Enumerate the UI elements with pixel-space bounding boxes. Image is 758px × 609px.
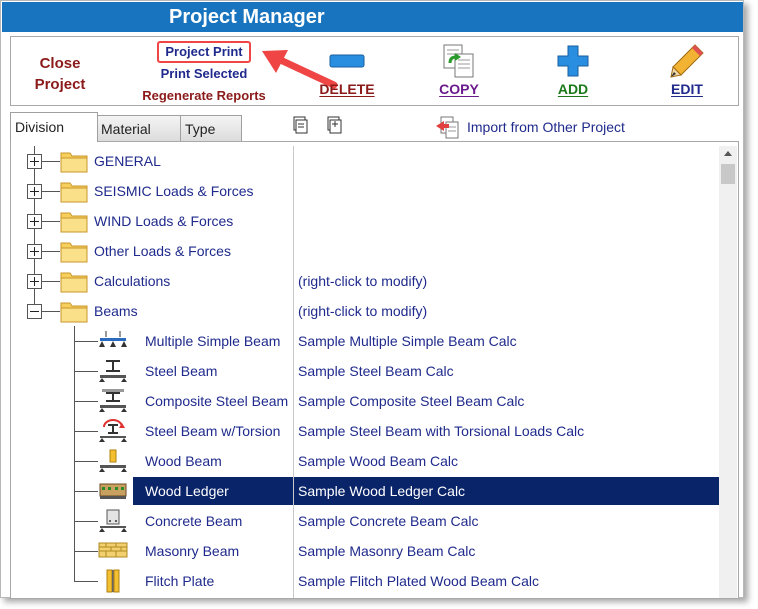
edit-button[interactable]: EDIT	[647, 41, 727, 97]
tree-folder-other-loads[interactable]: Other Loads & Forces	[16, 236, 719, 266]
composite-beam-icon	[99, 389, 127, 412]
project-print-link[interactable]: Project Print	[157, 41, 251, 63]
title-bar: Project Manager	[2, 2, 743, 32]
tree-folder-label: WIND Loads & Forces	[94, 213, 234, 229]
folder-icon	[60, 272, 88, 293]
print-links: Project Print Print Selected Regenerate …	[129, 41, 279, 107]
pencil-icon	[670, 44, 704, 78]
expand-toggle[interactable]	[27, 154, 42, 169]
folder-icon	[60, 242, 88, 263]
expand-toggle[interactable]	[27, 244, 42, 259]
wood-ledger-icon	[99, 483, 127, 499]
tree-item-desc: Sample Concrete Beam Calc	[298, 513, 479, 529]
scroll-thumb[interactable]	[721, 164, 735, 184]
delete-label: DELETE	[319, 81, 375, 97]
import-label: Import from Other Project	[467, 119, 625, 135]
tree-folder-desc: (right-click to modify)	[298, 273, 428, 289]
tree-item-masonry-beam[interactable]: Masonry Beam Sample Masonry Beam Calc	[16, 536, 719, 566]
tree-folder-general[interactable]: GENERAL	[16, 146, 719, 176]
close-project-button[interactable]: Close Project	[29, 53, 91, 95]
tree-item-label: Wood Ledger	[145, 483, 229, 499]
tree-item-desc: Sample Masonry Beam Calc	[298, 543, 476, 559]
tree-folder-label: GENERAL	[94, 153, 161, 169]
tree-item-desc: Sample Wood Beam Calc	[298, 453, 459, 469]
tree-item-label: Steel Beam w/Torsion	[145, 423, 281, 439]
tree-item-desc: Sample Multiple Simple Beam Calc	[298, 333, 517, 349]
tree-item-desc: Sample Wood Ledger Calc	[298, 483, 466, 499]
tree-folder-beams[interactable]: Beams (right-click to modify)	[16, 296, 719, 326]
wood-beam-icon	[99, 449, 127, 472]
edit-label: EDIT	[671, 81, 703, 97]
tree-folder-desc: (right-click to modify)	[298, 303, 428, 319]
vertical-scrollbar[interactable]	[719, 146, 737, 598]
tree-folder-seismic[interactable]: SEISMIC Loads & Forces	[16, 176, 719, 206]
tree-folder-label: Other Loads & Forces	[94, 243, 231, 259]
tree-item-wood-beam[interactable]: Wood Beam Sample Wood Beam Calc	[16, 446, 719, 476]
tree-item-desc: Sample Flitch Plated Wood Beam Calc	[298, 573, 539, 589]
window-title: Project Manager	[169, 6, 325, 28]
toolbar: Close Project Project Print Print Select…	[10, 36, 739, 106]
import-from-other-project-button[interactable]: Import from Other Project	[435, 115, 625, 139]
multiple-beam-icon	[99, 331, 127, 347]
folder-icon	[60, 182, 88, 203]
copy-icon	[443, 44, 474, 78]
tree-folder-wind[interactable]: WIND Loads & Forces	[16, 206, 719, 236]
tree-item-multiple-simple-beam[interactable]: Multiple Simple Beam Sample Multiple Sim…	[16, 326, 719, 356]
tree-item-steel-beam-torsion[interactable]: Steel Beam w/Torsion Sample Steel Beam w…	[16, 416, 719, 446]
tree-item-concrete-beam[interactable]: Concrete Beam Sample Concrete Beam Calc	[16, 506, 719, 536]
print-selected-link[interactable]: Print Selected	[129, 63, 279, 85]
tree-item-desc: Sample Steel Beam with Torsional Loads C…	[298, 423, 585, 439]
tree-item-label: Masonry Beam	[145, 543, 240, 559]
project-manager-window: Project Manager Close Project Project Pr…	[0, 0, 744, 599]
tree-item-label: Wood Beam	[145, 453, 222, 469]
copy-button[interactable]: COPY	[419, 41, 499, 97]
tree-item-composite-steel-beam[interactable]: Composite Steel Beam Sample Composite St…	[16, 386, 719, 416]
project-tree: GENERAL SEISMIC Loads & Forces WIND Load…	[16, 146, 719, 598]
expand-all-icon[interactable]	[325, 116, 343, 134]
delete-button[interactable]: DELETE	[307, 41, 387, 97]
expand-toggle[interactable]	[27, 184, 42, 199]
masonry-beam-icon	[98, 542, 128, 558]
scroll-up-arrow-icon[interactable]	[719, 146, 737, 162]
collapse-all-icon[interactable]	[291, 116, 309, 134]
tree-folder-label: Calculations	[94, 273, 171, 289]
tree-item-wood-ledger[interactable]: Wood Ledger Sample Wood Ledger Calc	[16, 476, 719, 506]
add-button[interactable]: ADD	[533, 41, 613, 97]
torsion-beam-icon	[99, 419, 127, 442]
open-folder-icon	[60, 302, 88, 323]
project-tree-panel: GENERAL SEISMIC Loads & Forces WIND Load…	[10, 141, 739, 599]
tree-item-flitch-plate[interactable]: Flitch Plate Sample Flitch Plated Wood B…	[16, 566, 719, 596]
tree-item-label: Steel Beam	[145, 363, 218, 379]
tree-folder-label: SEISMIC Loads & Forces	[94, 183, 254, 199]
tree-item-steel-beam[interactable]: Steel Beam Sample Steel Beam Calc	[16, 356, 719, 386]
import-icon	[436, 116, 459, 139]
folder-icon	[60, 152, 88, 173]
tree-item-label: Multiple Simple Beam	[145, 333, 281, 349]
tab-material[interactable]: Material	[96, 115, 182, 141]
plus-icon	[557, 45, 589, 77]
folder-icon	[60, 212, 88, 233]
add-label: ADD	[557, 81, 589, 97]
tree-item-desc: Sample Composite Steel Beam Calc	[298, 393, 525, 409]
tree-folder-calculations[interactable]: Calculations (right-click to modify)	[16, 266, 719, 296]
tab-division[interactable]: Division	[10, 112, 98, 142]
tree-item-label: Flitch Plate	[145, 573, 215, 589]
tree-item-desc: Sample Steel Beam Calc	[298, 363, 454, 379]
flitch-plate-icon	[106, 569, 120, 593]
expand-toggle[interactable]	[27, 214, 42, 229]
collapse-toggle[interactable]	[27, 304, 42, 319]
concrete-beam-icon	[99, 509, 127, 532]
tab-type[interactable]: Type	[180, 115, 242, 141]
tree-folder-label: Beams	[94, 303, 138, 319]
expand-toggle[interactable]	[27, 274, 42, 289]
regenerate-reports-link[interactable]: Regenerate Reports	[129, 85, 279, 107]
minus-icon	[329, 54, 365, 68]
tree-item-label: Concrete Beam	[145, 513, 243, 529]
copy-label: COPY	[439, 81, 479, 97]
steel-beam-icon	[99, 360, 127, 382]
tree-item-label: Composite Steel Beam	[145, 393, 289, 409]
